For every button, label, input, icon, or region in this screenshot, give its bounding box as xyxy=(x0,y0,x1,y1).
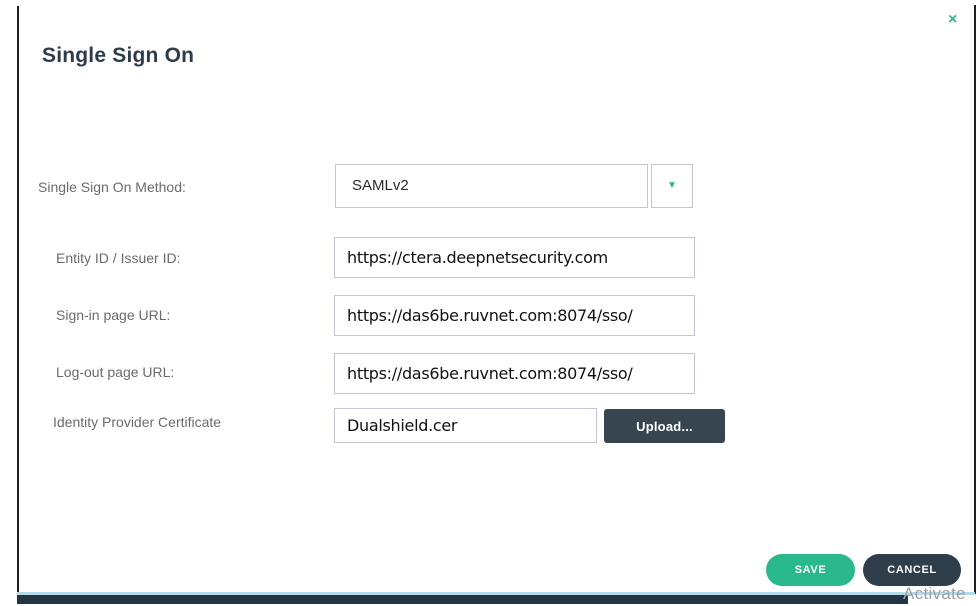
close-icon[interactable]: × xyxy=(948,11,957,29)
sso-method-dropdown[interactable]: SAMLv2 xyxy=(335,164,648,208)
idp-certificate-label: Identity Provider Certificate xyxy=(53,414,221,430)
activate-watermark: Activate xyxy=(903,584,966,604)
entity-id-input[interactable] xyxy=(334,237,695,278)
dialog-left-border xyxy=(17,6,19,594)
cancel-button[interactable]: CANCEL xyxy=(863,554,961,586)
sso-method-dropdown-button[interactable]: ▼ xyxy=(651,164,693,208)
upload-button[interactable]: Upload... xyxy=(604,409,725,443)
idp-certificate-input[interactable] xyxy=(334,408,597,443)
bottom-edge-bar xyxy=(17,595,908,604)
logout-url-input[interactable] xyxy=(334,353,695,394)
sso-dialog: × Single Sign On Single Sign On Method: … xyxy=(0,0,978,606)
signin-url-label: Sign-in page URL: xyxy=(56,307,170,323)
logout-url-label: Log-out page URL: xyxy=(56,364,174,380)
save-button[interactable]: SAVE xyxy=(766,554,855,586)
entity-id-label: Entity ID / Issuer ID: xyxy=(56,250,180,266)
signin-url-input[interactable] xyxy=(334,295,695,336)
page-title: Single Sign On xyxy=(42,44,194,68)
dialog-right-border xyxy=(974,5,976,594)
sso-method-label: Single Sign On Method: xyxy=(38,179,186,195)
chevron-down-icon: ▼ xyxy=(667,181,677,191)
